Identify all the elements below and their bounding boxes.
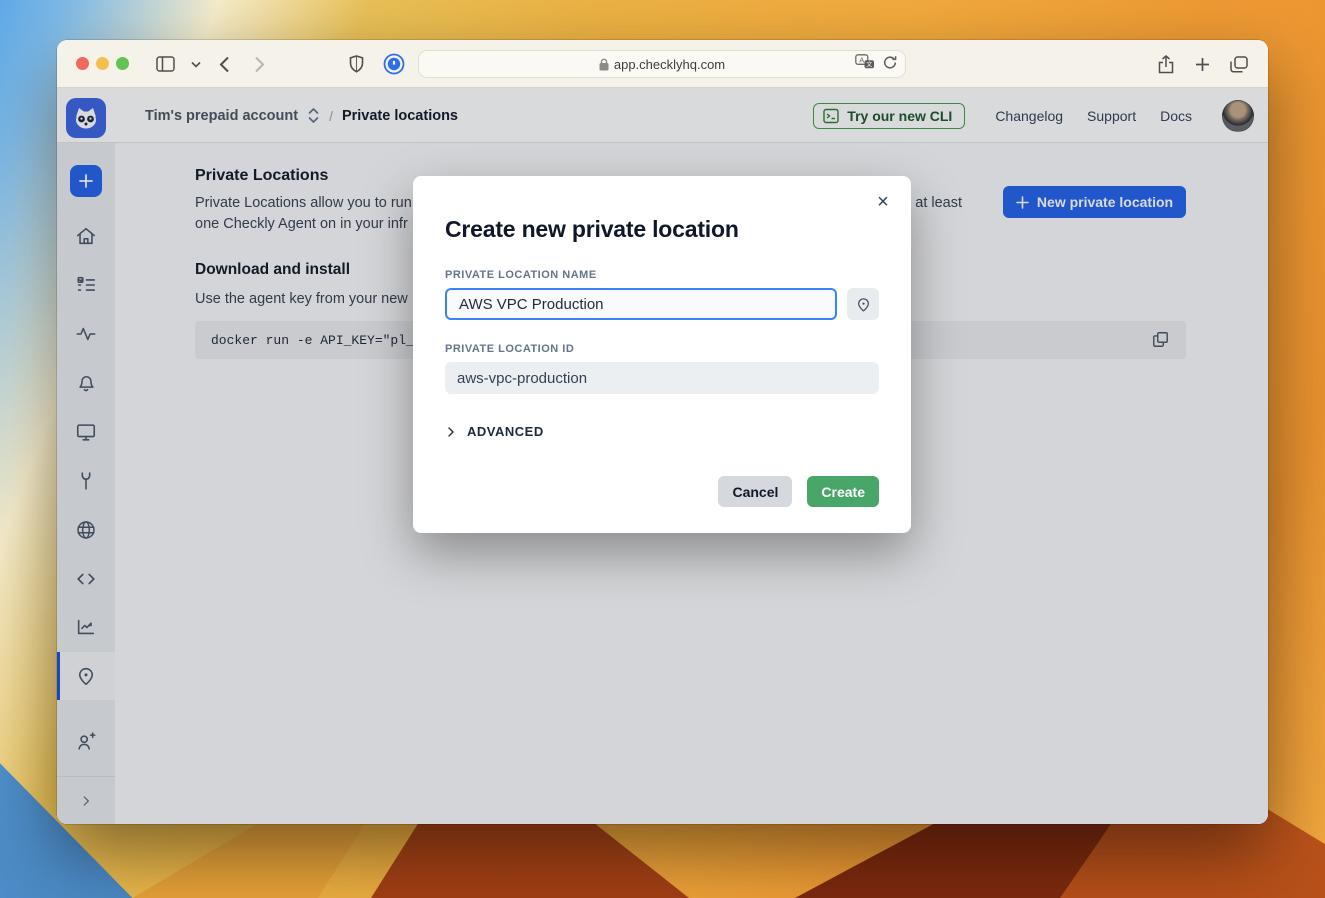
shield-privacy-icon[interactable] bbox=[343, 51, 369, 77]
lock-icon bbox=[599, 58, 609, 71]
reload-icon[interactable] bbox=[883, 55, 897, 73]
tab-overview-icon[interactable] bbox=[1226, 51, 1252, 77]
back-button[interactable] bbox=[211, 51, 237, 77]
create-button[interactable]: Create bbox=[807, 476, 879, 507]
chevron-right-icon bbox=[445, 426, 457, 438]
sidebar-toggle-icon[interactable] bbox=[152, 51, 178, 77]
svg-text:文: 文 bbox=[866, 60, 872, 68]
cancel-button[interactable]: Cancel bbox=[718, 476, 792, 507]
share-icon[interactable] bbox=[1153, 51, 1179, 77]
checkly-app: Tim's prepaid account / Private location… bbox=[57, 88, 1268, 824]
create-private-location-modal: × Create new private location PRIVATE LO… bbox=[413, 176, 911, 533]
modal-title: Create new private location bbox=[445, 216, 879, 243]
onepassword-icon[interactable] bbox=[381, 51, 407, 77]
address-bar[interactable]: app.checklyhq.com A 文 bbox=[418, 50, 906, 78]
location-pin-icon bbox=[855, 296, 872, 313]
svg-text:A: A bbox=[859, 55, 864, 64]
advanced-toggle[interactable]: ADVANCED bbox=[445, 424, 879, 439]
close-icon[interactable]: × bbox=[871, 190, 895, 214]
window-zoom-button[interactable] bbox=[116, 57, 129, 70]
browser-window: app.checklyhq.com A 文 bbox=[57, 40, 1268, 824]
url-text: app.checklyhq.com bbox=[614, 57, 725, 72]
window-minimize-button[interactable] bbox=[96, 57, 109, 70]
forward-button bbox=[246, 51, 272, 77]
translate-icon[interactable]: A 文 bbox=[855, 54, 875, 73]
new-tab-icon[interactable] bbox=[1189, 51, 1215, 77]
id-field-label: PRIVATE LOCATION ID bbox=[445, 343, 879, 355]
window-close-button[interactable] bbox=[76, 57, 89, 70]
name-field-label: PRIVATE LOCATION NAME bbox=[445, 269, 879, 281]
location-pin-button[interactable] bbox=[847, 288, 879, 320]
private-location-name-input[interactable] bbox=[445, 288, 837, 320]
private-location-id-input[interactable] bbox=[445, 362, 879, 394]
chevron-down-icon[interactable] bbox=[183, 51, 209, 77]
browser-toolbar: app.checklyhq.com A 文 bbox=[57, 40, 1268, 88]
